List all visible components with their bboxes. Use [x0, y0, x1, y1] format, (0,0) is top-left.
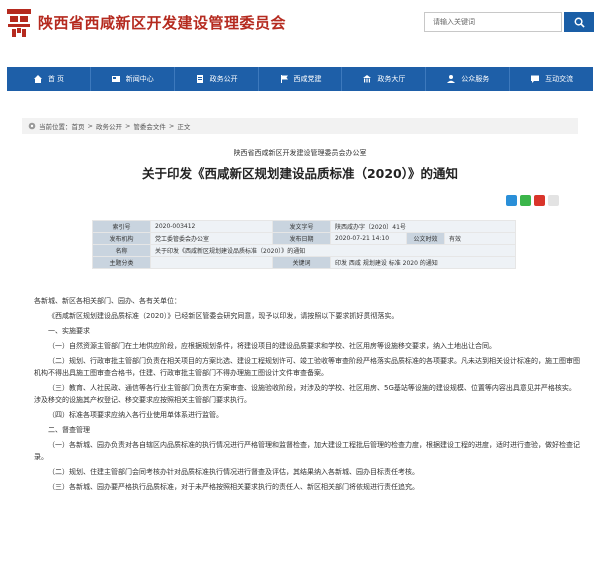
nav-label: 新闻中心	[125, 75, 154, 83]
people-icon	[447, 75, 456, 83]
share-bar	[506, 195, 559, 206]
breadcrumb-gov-affairs[interactable]: 政务公开	[96, 121, 122, 131]
info-value: 2020-003412	[150, 220, 273, 233]
main-nav: 首 页 新闻中心 政务公开 西咸党建 政务大厅 公众服务 互动交流	[7, 67, 593, 91]
info-value: 党工委管委会办公室	[150, 232, 273, 245]
party-flag-icon	[280, 75, 288, 83]
nav-label: 政务公开	[209, 75, 238, 83]
doc-info-table: 索引号 2020-003412 发文字号 陕西咸办字〔2020〕41号 发布机构…	[92, 220, 516, 269]
page-title: 关于印发《西咸新区规划建设品质标准（2020）》的通知	[141, 166, 459, 181]
wechat-share-icon[interactable]	[520, 195, 531, 206]
search-input[interactable]	[424, 12, 562, 32]
info-key: 发布机构	[92, 232, 151, 245]
breadcrumb-committee-files[interactable]: 管委会文件	[133, 121, 166, 131]
nav-label: 首 页	[47, 75, 65, 83]
nav-item-gov-affairs[interactable]: 政务公开	[175, 67, 259, 91]
info-key: 发布日期	[272, 232, 331, 245]
info-value	[150, 256, 273, 269]
info-key: 发文字号	[272, 220, 331, 233]
news-icon	[111, 76, 120, 82]
site-header: 陕西省西咸新区开发建设管理委员会	[0, 0, 600, 46]
weibo-share-icon[interactable]	[534, 195, 545, 206]
issuing-office: 陕西省西咸新区开发建设管理委员会办公室	[233, 149, 367, 157]
nav-item-hall[interactable]: 政务大厅	[342, 67, 427, 91]
breadcrumb: 当前位置： 首页 > 政务公开 > 管委会文件 > 正文	[22, 118, 578, 134]
nav-label: 西咸党建	[293, 75, 322, 83]
breadcrumb-separator: >	[124, 122, 131, 130]
info-value: 印发 西咸 规划建设 标准 2020 的通知	[330, 256, 516, 269]
breadcrumb-current: 正文	[177, 123, 191, 131]
info-key: 公文时效	[406, 232, 445, 245]
search-icon	[574, 17, 585, 28]
paragraph: （二）规划、住建主管部门会同考核办针对品质标准执行情况进行督查及评估，其结果纳入…	[48, 468, 419, 476]
breadcrumb-separator: >	[168, 122, 175, 130]
site-title[interactable]: 陕西省西咸新区开发建设管理委员会	[38, 12, 286, 33]
site-logo-icon[interactable]	[6, 8, 32, 38]
location-icon	[28, 122, 36, 130]
paragraph: （二）规划、行政审批主管部门负责在相关项目的方案比选、建设工程规划许可、竣工验收…	[34, 357, 580, 377]
paragraph: 《西咸新区规划建设品质标准（2020）》已经新区管委会研究同意，现予以印发，请按…	[48, 312, 399, 320]
home-icon	[33, 75, 42, 83]
info-key: 主题分类	[92, 256, 151, 269]
info-value: 有效	[444, 232, 516, 245]
section-heading: 一、实施要求	[48, 327, 90, 335]
document-icon	[196, 75, 203, 83]
nav-label: 政务大厅	[377, 75, 406, 83]
breadcrumb-home[interactable]: 首页	[72, 121, 85, 131]
info-key: 名称	[92, 244, 151, 257]
breadcrumb-prefix: 当前位置：	[39, 123, 72, 131]
salutation: 各新城、新区各相关部门、园办、各有关单位：	[34, 297, 181, 305]
nav-label: 互动交流	[545, 75, 574, 83]
info-key: 索引号	[92, 220, 151, 233]
paragraph: （三）各新城、园办要严格执行品质标准，对于未严格按照相关要求执行的责任人、新区相…	[48, 483, 419, 491]
nav-label: 公众服务	[461, 75, 490, 83]
more-share-icon[interactable]	[548, 195, 559, 206]
article-body: 各新城、新区各相关部门、园办、各有关单位： 《西咸新区规划建设品质标准（2020…	[34, 295, 580, 496]
table-row: 索引号 2020-003412 发文字号 陕西咸办字〔2020〕41号	[92, 220, 516, 233]
nav-item-party[interactable]: 西咸党建	[259, 67, 343, 91]
paragraph: （三）教育、人社民政、通信等各行业主管部门负责在方案审查、设施验收阶段，对涉及的…	[34, 384, 576, 404]
table-row: 发布机构 党工委管委会办公室 发布日期 2020-07-21 14:10 公文时…	[92, 232, 516, 245]
chat-icon	[531, 75, 540, 83]
info-value: 关于印发《西咸新区规划建设品质标准（2020）》的通知	[150, 244, 516, 257]
nav-item-interact[interactable]: 互动交流	[510, 67, 593, 91]
nav-item-news[interactable]: 新闻中心	[91, 67, 175, 91]
nav-item-home[interactable]: 首 页	[7, 67, 91, 91]
table-row: 主题分类 关键词 印发 西咸 规划建设 标准 2020 的通知	[92, 256, 516, 269]
paragraph: （一）各新城、园办负责对各自辖区内品质标准的执行情况进行严格管理和监督检查，加大…	[34, 441, 580, 461]
section-heading: 二、督查管理	[48, 426, 90, 434]
info-key: 关键词	[272, 256, 331, 269]
search-button[interactable]	[564, 12, 594, 32]
breadcrumb-separator: >	[87, 122, 93, 130]
info-value: 陕西咸办字〔2020〕41号	[330, 220, 516, 233]
nav-item-public[interactable]: 公众服务	[426, 67, 511, 91]
table-row: 名称 关于印发《西咸新区规划建设品质标准（2020）》的通知	[92, 244, 516, 257]
qq-share-icon[interactable]	[506, 195, 517, 206]
paragraph: （一）自然资源主管部门在土地供应阶段，应根据规划条件，将建设项目的建设品质要求和…	[48, 342, 496, 350]
info-value: 2020-07-21 14:10	[330, 232, 407, 245]
hall-icon	[363, 75, 372, 83]
paragraph: （四）标准各项要求应纳入各行业使用单体系进行监管。	[48, 411, 223, 419]
